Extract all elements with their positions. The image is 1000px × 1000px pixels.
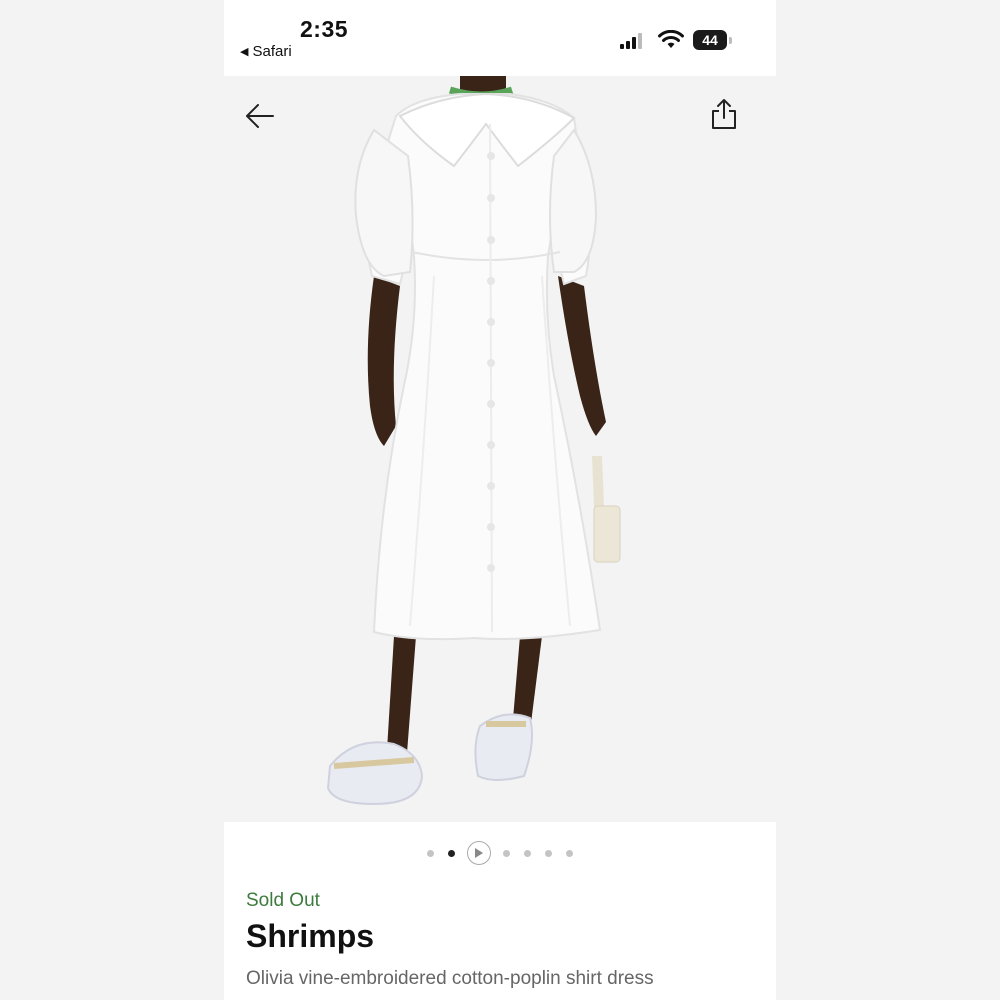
product-name: Olivia vine-embroidered cotton-poplin sh… bbox=[246, 968, 654, 989]
carousel-video-dot[interactable] bbox=[467, 841, 491, 865]
carousel-dot[interactable] bbox=[427, 849, 434, 857]
back-app-label: Safari bbox=[252, 43, 292, 60]
availability-status: Sold Out bbox=[246, 890, 320, 911]
back-triangle-icon: ◀ bbox=[240, 46, 249, 58]
play-icon bbox=[475, 848, 483, 858]
status-time: 2:35 bbox=[300, 16, 349, 42]
carousel-dot-active[interactable] bbox=[448, 849, 455, 857]
back-to-app-link[interactable]: ◀ Safari bbox=[240, 43, 292, 60]
battery-tip bbox=[729, 37, 732, 44]
phone-screen: 2:35 ◀ Safari 44 Sold Out Shrimps Olivia… bbox=[224, 0, 776, 1000]
arrow-left-icon bbox=[246, 104, 274, 128]
dress-photo bbox=[326, 76, 621, 806]
share-button[interactable] bbox=[708, 96, 740, 132]
carousel-dot[interactable] bbox=[545, 849, 552, 857]
back-button[interactable] bbox=[242, 98, 278, 134]
backdrop-right bbox=[776, 0, 1000, 1000]
share-icon bbox=[712, 99, 736, 129]
product-image[interactable] bbox=[224, 76, 776, 822]
battery-icon: 44 bbox=[693, 30, 727, 50]
brand-name[interactable]: Shrimps bbox=[246, 918, 374, 955]
wifi-icon bbox=[658, 30, 684, 48]
carousel-dot[interactable] bbox=[566, 849, 573, 857]
signal-icon bbox=[620, 33, 642, 49]
carousel-dot[interactable] bbox=[503, 849, 510, 857]
carousel-dot[interactable] bbox=[524, 849, 531, 857]
status-bar: 2:35 ◀ Safari 44 bbox=[224, 0, 776, 76]
carousel-indicator bbox=[224, 838, 776, 868]
backdrop-left bbox=[0, 0, 224, 1000]
